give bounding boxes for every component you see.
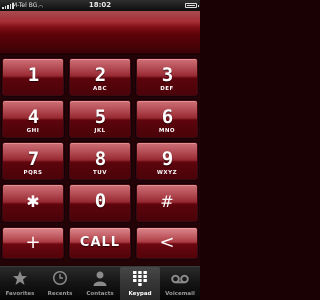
clock-time: 18:02	[88, 1, 112, 9]
key-letters: ABC	[93, 86, 107, 92]
plus-icon: +	[25, 232, 41, 253]
tab-label: Voicemail	[165, 291, 195, 297]
battery-icon	[185, 3, 199, 8]
key-2[interactable]: 2 ABC	[69, 58, 131, 96]
key-digit: 9	[161, 148, 173, 170]
key-6[interactable]: 6 MNO	[136, 100, 198, 138]
key-digit: 6	[161, 106, 173, 128]
key-digit: 4	[27, 106, 39, 128]
key-letters: DEF	[160, 86, 174, 92]
key-letters: WXYZ	[156, 170, 178, 176]
key-digit: 8	[94, 148, 106, 170]
tab-keypad[interactable]: Keypad	[120, 267, 160, 300]
call-label: CALL	[79, 235, 121, 250]
key-hash[interactable]: #	[136, 184, 198, 222]
key-letters: PQRS	[23, 170, 43, 176]
hash-icon: #	[160, 192, 174, 211]
key-0[interactable]: 0	[69, 184, 131, 222]
key-digit: 2	[94, 64, 106, 86]
key-4[interactable]: 4 GHI	[2, 100, 64, 138]
key-letters: TUV	[93, 170, 107, 176]
call-button[interactable]: CALL	[69, 227, 131, 259]
key-digit: 5	[94, 106, 106, 128]
key-digit: 1	[27, 64, 39, 86]
clock-icon	[40, 270, 80, 288]
tab-label: Recents	[47, 291, 73, 297]
number-display	[0, 11, 200, 54]
key-letters: JKL	[94, 128, 106, 134]
key-star[interactable]: ✱	[2, 184, 64, 222]
backspace-icon: <	[159, 232, 175, 253]
tab-recents[interactable]: Recents	[40, 267, 80, 300]
key-letters: GHI	[26, 128, 40, 134]
key-5[interactable]: 5 JKL	[69, 100, 131, 138]
tab-contacts[interactable]: Contacts	[80, 267, 120, 300]
keypad: 1 2 ABC 3 DEF 4 GHI 5 JKL 6 MNO 7 PQRS 8…	[0, 55, 200, 265]
tab-label: Contacts	[86, 291, 114, 297]
key-letters: MNO	[158, 128, 176, 134]
backspace-button[interactable]: <	[136, 227, 198, 259]
tab-label: Favorites	[5, 291, 35, 297]
tab-label: Keypad	[128, 291, 152, 297]
add-contact-button[interactable]: +	[2, 227, 64, 259]
key-digit: 3	[161, 64, 173, 86]
tab-favorites[interactable]: Favorites	[0, 267, 40, 300]
key-8[interactable]: 8 TUV	[69, 142, 131, 180]
status-bar: M-Tel BG ◠ 18:02	[0, 0, 200, 11]
key-1[interactable]: 1	[2, 58, 64, 96]
key-digit: 0	[94, 190, 106, 212]
key-digit: 7	[27, 148, 39, 170]
dialed-number	[4, 23, 196, 43]
star-icon	[0, 270, 40, 288]
voicemail-icon	[160, 270, 200, 288]
keypad-grid-icon	[120, 270, 160, 288]
key-3[interactable]: 3 DEF	[136, 58, 198, 96]
key-9[interactable]: 9 WXYZ	[136, 142, 198, 180]
asterisk-icon: ✱	[26, 192, 40, 211]
tab-bar: Favorites Recents Contacts Keypad Voicem…	[0, 266, 200, 300]
key-7[interactable]: 7 PQRS	[2, 142, 64, 180]
person-icon	[80, 270, 120, 288]
tab-voicemail[interactable]: Voicemail	[160, 267, 200, 300]
